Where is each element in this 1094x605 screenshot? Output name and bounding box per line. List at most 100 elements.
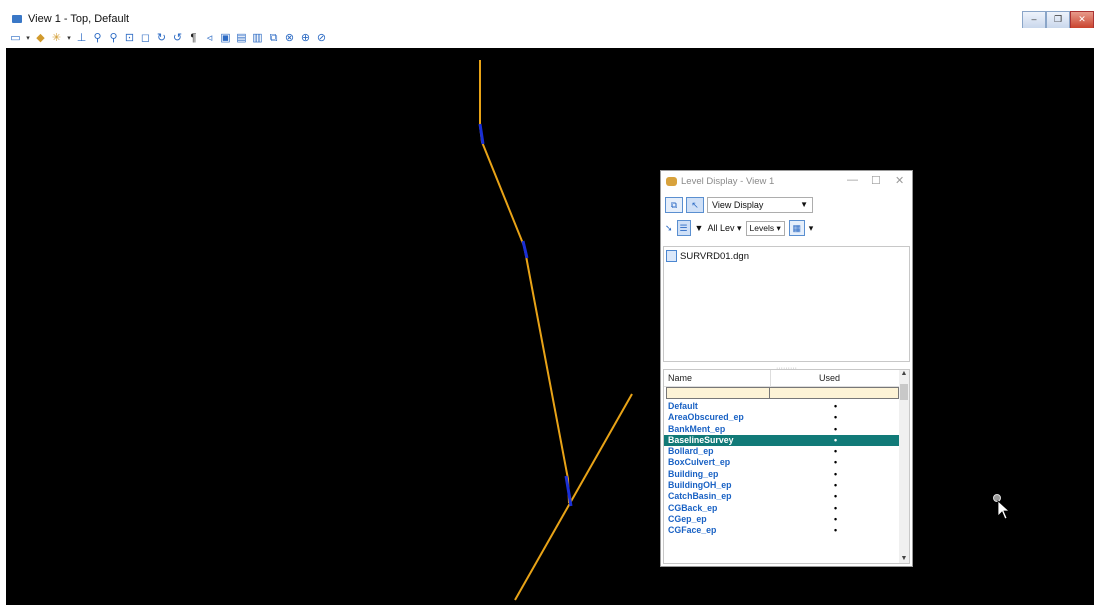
level-name: BuildingOH_ep <box>668 480 732 491</box>
view-previous-icon[interactable]: ◃ <box>203 32 216 45</box>
views-icon[interactable]: ⧉ <box>665 197 683 213</box>
clip-mask-icon[interactable]: ⧉ <box>267 32 280 45</box>
dialog-minimize-button[interactable]: — <box>847 174 858 186</box>
dialog-title: Level Display - View 1 <box>681 176 775 187</box>
file-tree: SURVRD01.dgn <box>663 246 910 362</box>
dgn-file-icon <box>666 250 677 262</box>
levels-menu-button[interactable]: Levels ▾ <box>745 220 785 236</box>
name-column-header[interactable]: Name <box>668 373 692 383</box>
level-used: • <box>834 480 838 491</box>
copy-view-icon[interactable]: ▤ <box>235 32 248 45</box>
title-bar[interactable]: View 1 - Top, Default – ❐ ✕ <box>6 10 1094 29</box>
table-row[interactable]: BoxCulvert_ep • <box>664 457 901 468</box>
table-row[interactable]: Bollard_ep • <box>664 446 901 457</box>
dialog-title-bar[interactable]: Level Display - View 1 — ☐ ✕ <box>661 171 912 193</box>
pan-icon[interactable]: ↺ <box>171 32 184 45</box>
level-used: • <box>834 468 838 479</box>
table-row[interactable]: Default • <box>664 401 901 412</box>
level-manager-icon[interactable]: ▦ <box>788 220 805 236</box>
dropdown-icon[interactable]: ▾ <box>25 32 31 45</box>
display-style-icon[interactable]: ⊘ <box>315 32 328 45</box>
dialog-maximize-button[interactable]: ☐ <box>871 174 881 187</box>
vertex-highlight <box>521 240 529 259</box>
filter-row: ➘ ☰ ▼ All Lev ▾ Levels ▾ ▦ ▾ <box>665 220 813 236</box>
table-row[interactable]: Building_ep • <box>664 469 901 480</box>
scroll-down-icon[interactable]: ▼ <box>899 555 909 562</box>
view-attributes-icon[interactable]: ▭ <box>9 32 22 45</box>
used-column-header[interactable]: Used <box>819 373 840 383</box>
view-window: View 1 - Top, Default – ❐ ✕ ▭ ▾ ◆ ✳ ▾ ⊥ … <box>6 10 1094 605</box>
window-controls: – ❐ ✕ <box>1022 10 1094 29</box>
view-display-select[interactable]: View Display ▼ <box>707 197 813 213</box>
view-display-value: View Display <box>712 200 764 210</box>
level-used: • <box>834 491 838 502</box>
drawing-canvas[interactable]: Level Display - View 1 — ☐ ✕ ⧉ ↖ View Di… <box>6 48 1094 605</box>
level-used: • <box>834 457 838 468</box>
window-area-icon[interactable]: ⊡ <box>123 32 136 45</box>
scroll-thumb[interactable] <box>900 384 908 400</box>
vertex-highlight <box>478 123 485 145</box>
table-row[interactable]: AreaObscured_ep • <box>664 412 901 423</box>
level-name: CGFace_ep <box>668 525 717 536</box>
view-toolbar: ▭ ▾ ◆ ✳ ▾ ⊥ ⚲ ⚲ ⊡ ◻ ↻ ↺ ¶ ◃ ▣ ▤ ▥ ⧉ ⊗ ⊕ … <box>6 28 1094 48</box>
window-title: View 1 - Top, Default <box>28 13 130 25</box>
list-view-icon[interactable]: ☰ <box>676 220 691 236</box>
zoom-in-icon[interactable]: ⚲ <box>91 32 104 45</box>
file-name: SURVRD01.dgn <box>680 250 750 262</box>
scroll-up-icon[interactable]: ▲ <box>899 370 909 377</box>
table-row[interactable]: CGep_ep • <box>664 514 901 525</box>
clip-volume-icon[interactable]: ▥ <box>251 32 264 45</box>
dropdown-icon[interactable]: ▾ <box>66 32 72 45</box>
levels-icon[interactable]: ⊕ <box>299 32 312 45</box>
chevron-down-icon: ▼ <box>800 200 808 209</box>
vertical-scrollbar[interactable]: ▲ ▼ <box>899 370 909 563</box>
select-view-icon[interactable]: ↖ <box>686 197 704 213</box>
level-rows: Default • AreaObscured_ep • BankMent_ep • Base… <box>664 401 901 537</box>
chevron-down-icon[interactable]: ▾ <box>809 223 814 234</box>
view-row: ⧉ ↖ View Display ▼ <box>665 197 813 213</box>
level-name: CGep_ep <box>668 513 707 524</box>
walk-icon[interactable]: ¶ <box>187 32 200 45</box>
level-name: Bollard_ep <box>668 446 714 457</box>
pointer-icon[interactable]: ➘ <box>665 223 673 234</box>
level-display-icon <box>666 177 677 186</box>
light-icon[interactable]: ✳ <box>50 32 63 45</box>
level-name: BankMent_ep <box>668 423 726 434</box>
table-row[interactable]: CGFace_ep • <box>664 525 901 536</box>
level-name: BaselineSurvey <box>668 434 734 445</box>
level-name: CGBack_ep <box>668 502 718 513</box>
filter-dropdown[interactable]: All Lev ▾ <box>707 223 741 234</box>
level-name: BoxCulvert_ep <box>668 457 731 468</box>
minimize-button[interactable]: – <box>1022 11 1046 29</box>
level-name: Default <box>668 401 698 411</box>
filter-icon[interactable]: ▼ <box>695 223 704 233</box>
column-separator <box>770 370 771 386</box>
mouse-cursor-icon <box>993 494 1011 520</box>
fit-view-icon[interactable]: ◻ <box>139 32 152 45</box>
table-row[interactable]: BaselineSurvey • <box>664 434 901 447</box>
update-icon[interactable]: ⊥ <box>75 32 88 45</box>
camera-icon[interactable]: ⊗ <box>283 32 296 45</box>
level-used: • <box>834 434 838 445</box>
level-grid: Name Used Default • AreaObscured_ep • BankMe… <box>663 369 910 564</box>
table-row[interactable]: BankMent_ep • <box>664 424 901 435</box>
level-display-dialog: Level Display - View 1 — ☐ ✕ ⧉ ↖ View Di… <box>660 170 913 567</box>
level-used: • <box>834 502 838 513</box>
restore-button[interactable]: ❐ <box>1046 11 1070 29</box>
level-name: AreaObscured_ep <box>668 412 744 423</box>
zoom-out-icon[interactable]: ⚲ <box>107 32 120 45</box>
level-used: • <box>834 513 838 524</box>
render-icon[interactable]: ◆ <box>34 32 47 45</box>
file-node[interactable]: SURVRD01.dgn <box>666 250 749 262</box>
grid-filter-row[interactable] <box>666 387 899 399</box>
level-used: • <box>834 423 838 434</box>
level-used: • <box>834 401 838 411</box>
dialog-close-button[interactable]: ✕ <box>895 174 904 187</box>
close-button[interactable]: ✕ <box>1070 11 1094 29</box>
column-separator <box>769 388 770 398</box>
rotate-icon[interactable]: ↻ <box>155 32 168 45</box>
table-row[interactable]: CatchBasin_ep • <box>664 491 901 502</box>
table-row[interactable]: CGBack_ep • <box>664 503 901 514</box>
table-row[interactable]: BuildingOH_ep • <box>664 480 901 491</box>
view-next-icon[interactable]: ▣ <box>219 32 232 45</box>
